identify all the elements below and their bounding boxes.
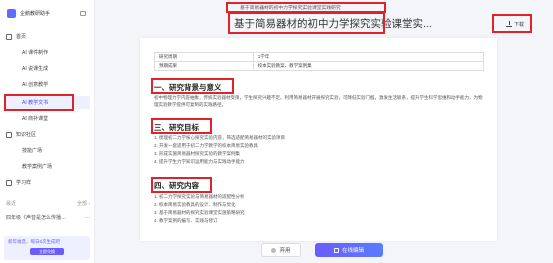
list-item: 4. 教学案例的编写、实践与修订	[154, 218, 218, 223]
sidebar-item-label: AI 创意教学	[22, 82, 49, 88]
sidebar-item-label: 首页	[16, 34, 27, 40]
promo-text: 新年福音，每日6次生成吧	[8, 239, 61, 244]
edit-online-button[interactable]: 在线编辑	[315, 243, 383, 257]
sidebar-item-ai-courseware[interactable]: AI 课件制作	[6, 46, 90, 59]
goals-list: 1. 梳理初二力学核心探究实验内容，筛选适配简易器材的实验项目 2. 开发一套适…	[154, 134, 285, 166]
recent-header: 最近 全部 ›	[6, 200, 90, 207]
edit-icon	[333, 247, 339, 253]
sidebar-item-ai-creative[interactable]: AI 创意教学	[6, 78, 90, 91]
edit-label: 在线编辑	[341, 248, 364, 254]
discard-label: 弃用	[279, 248, 291, 254]
table-cell-key: 研究周期	[154, 52, 254, 62]
table-row: 预期成果 校本实验教案、教学案例集	[154, 61, 485, 71]
highlight-box-section-4	[151, 177, 212, 193]
promo-card: 新年福音，每日6次生成吧 立即兑换	[4, 236, 90, 260]
list-item: 2. 开发一套适用于初二力学教学的校本简易实验教具	[154, 143, 259, 148]
brand-logo-icon	[7, 9, 16, 18]
sidebar: 企鹅教研助手 首页 AI 课件制作 AI 说课生成 AI 创意教学 AI 教学文…	[0, 0, 95, 263]
discard-button[interactable]: 弃用	[261, 243, 301, 257]
sidebar-item-label: 知识社区	[16, 132, 37, 138]
learning-icon	[6, 179, 12, 186]
collapse-sidebar-icon[interactable]	[80, 11, 86, 16]
sidebar-item-community[interactable]: 知识社区	[6, 128, 90, 141]
table-cell-value: 校本实验教案、教学案例集	[252, 61, 485, 71]
brand-name: 企鹅教研助手	[20, 11, 51, 17]
list-item: 3. 形成实施简易器材探究实验的教学案例集	[154, 151, 241, 156]
sidebar-item-home[interactable]: 首页	[6, 30, 90, 43]
recent-item-label: 四年级《声音是怎么传播…	[6, 215, 67, 221]
discard-icon	[271, 247, 277, 253]
highlight-box-title	[228, 12, 385, 34]
highlight-box-download	[492, 14, 532, 33]
list-item: 1. 梳理初二力学核心探究实验内容，筛选适配简易器材的实验项目	[154, 135, 286, 140]
sidebar-item-label: 学习样	[16, 180, 32, 186]
sidebar-item-label: 技能广场	[22, 148, 43, 154]
brand[interactable]: 企鹅教研助手	[7, 9, 50, 18]
sidebar-item-label: AI 商补课堂	[22, 116, 49, 122]
list-item: 4. 提升学生力学知识运用能力与实践动手能力	[154, 159, 245, 164]
highlight-box-section-1	[151, 78, 234, 94]
highlight-box-sidebar	[4, 94, 74, 111]
sidebar-item-label: AI 说课生成	[22, 66, 49, 72]
list-item: 3. 基于简易器材的探究实验课堂实施策略研究	[154, 210, 245, 215]
table-cell-value: 1学年	[252, 52, 485, 62]
table-row: 研究周期 1学年	[154, 52, 485, 62]
document-preview: 研究周期 1学年 预期成果 校本实验教案、教学案例集 一、研究背景与意义 初中物…	[140, 38, 497, 241]
table-cell-key: 预期成果	[154, 61, 254, 71]
sidebar-item-skills[interactable]: 技能广场	[6, 144, 90, 157]
recent-label: 最近	[6, 201, 17, 207]
list-item: 1. 初二力学探究实验与简易器材的适配性分析	[154, 194, 245, 199]
section-paragraph: 初中物理力学内容抽象，传统实验器材受限，学生探究兴趣不足。利用简易器材开展探究实…	[154, 95, 483, 107]
sidebar-item-cases[interactable]: 教学案例广场	[6, 160, 90, 173]
content-list: 1. 初二力学探究实验与简易器材的适配性分析 2. 校本简易实验教具的设计、制作…	[154, 193, 245, 225]
sidebar-item-ai-class[interactable]: AI 商补课堂	[6, 112, 90, 125]
recent-item[interactable]: 四年级《声音是怎么传播… …	[6, 214, 90, 221]
list-item: 2. 校本简易实验教具的设计、制作与优化	[154, 202, 236, 207]
sidebar-item-ai-lesson-talk[interactable]: AI 说课生成	[6, 62, 90, 75]
recent-more-link[interactable]: 全部 ›	[77, 200, 90, 207]
sidebar-item-label: 教学案例广场	[22, 164, 53, 170]
sidebar-item-label: AI 课件制作	[22, 50, 49, 56]
meta-table: 研究周期 1学年 预期成果 校本实验教案、教学案例集	[154, 52, 485, 71]
home-icon	[6, 33, 12, 40]
promo-button[interactable]: 立即兑换	[30, 248, 64, 255]
more-options-icon[interactable]: …	[85, 214, 90, 221]
sidebar-item-learning[interactable]: 学习样	[6, 176, 90, 189]
community-icon	[6, 131, 12, 138]
highlight-box-section-3	[151, 118, 212, 134]
